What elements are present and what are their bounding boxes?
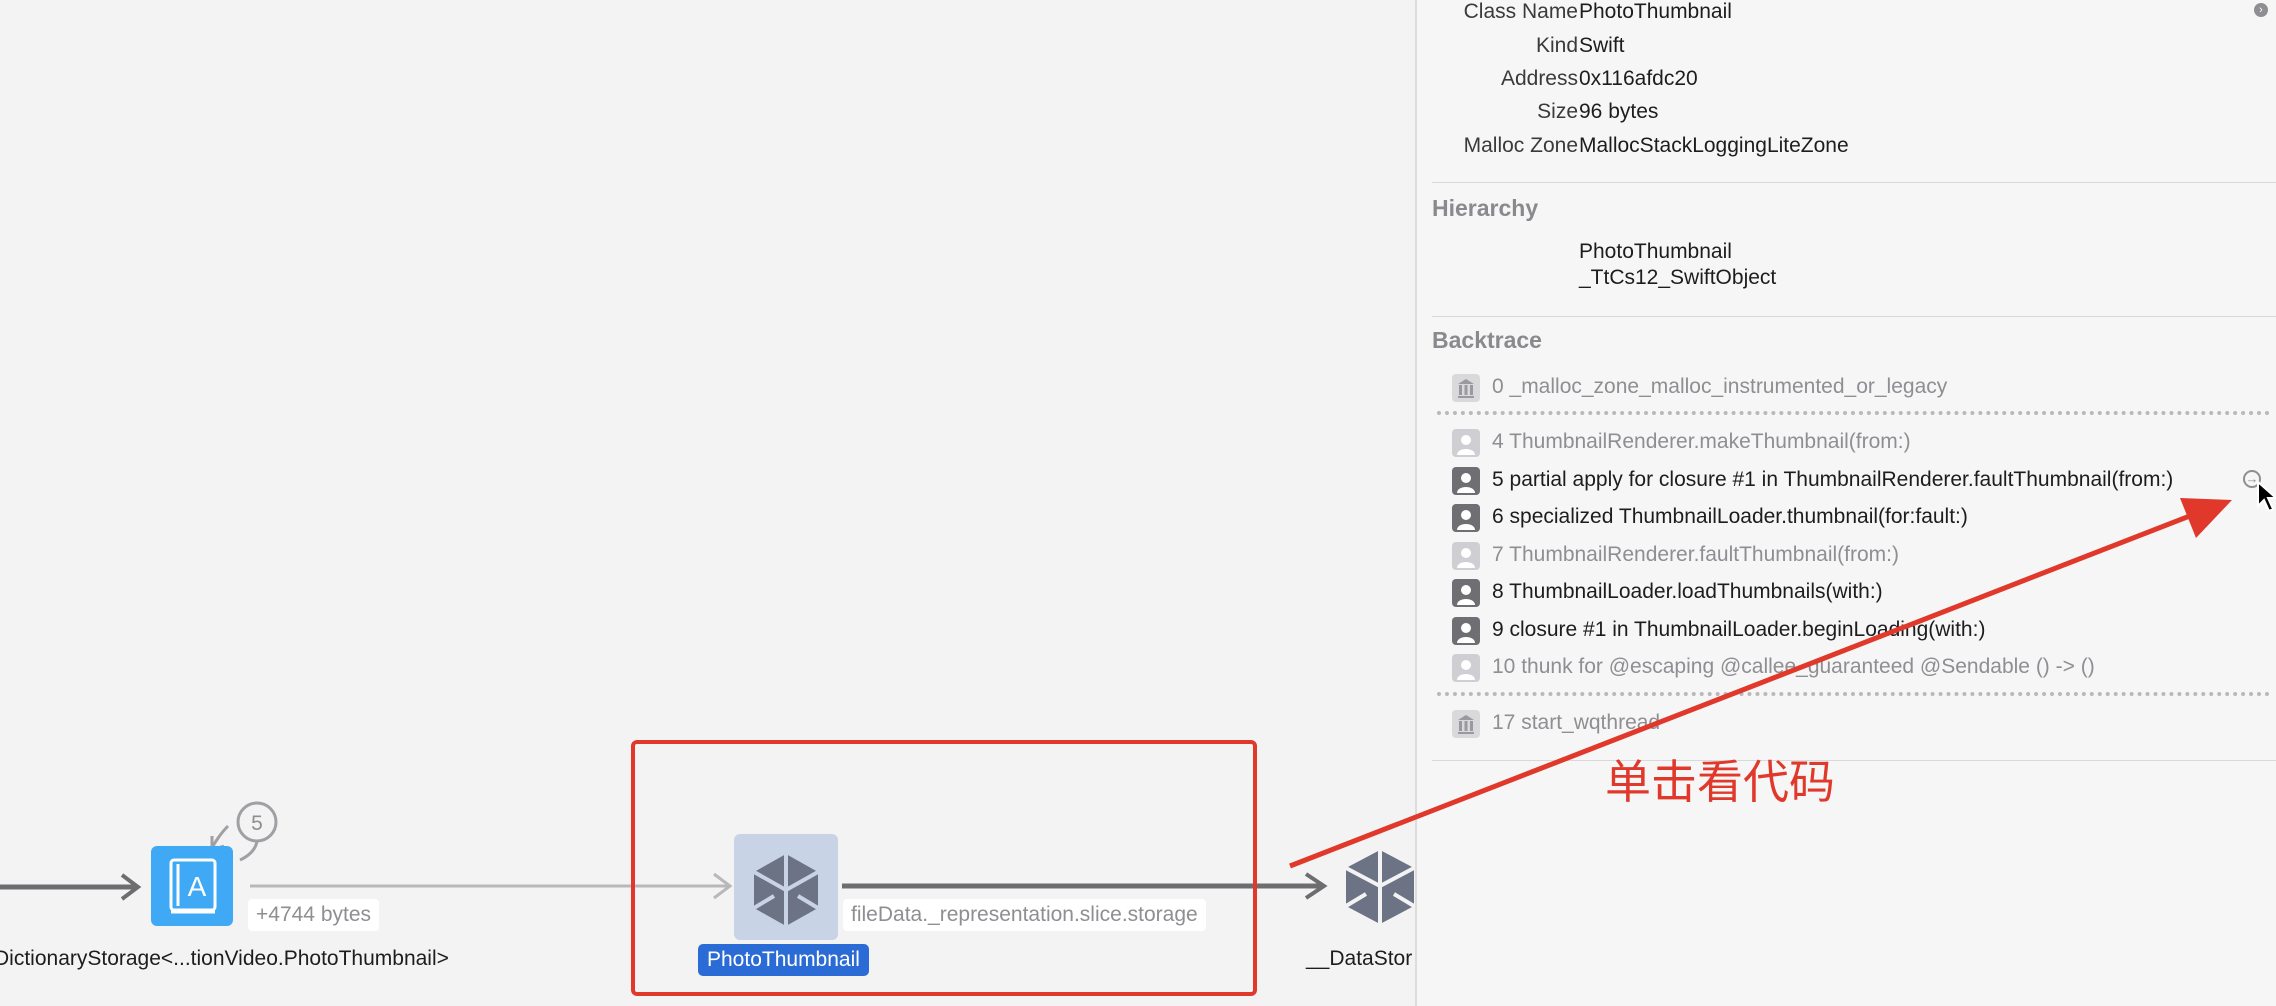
- property-row: Size 96 bytes: [1417, 100, 2276, 132]
- property-value[interactable]: 0x116afdc20: [1579, 67, 1698, 91]
- property-key: Address: [1500, 67, 1578, 90]
- book-icon: A: [169, 858, 217, 914]
- swift-object-cube-icon: [752, 854, 820, 926]
- dictionary-node-icon[interactable]: A: [151, 846, 233, 926]
- hierarchy-class: _TtCs12_SwiftObject: [1579, 266, 1777, 289]
- photo-thumbnail-node-label[interactable]: PhotoThumbnail: [698, 944, 869, 976]
- info-circle-icon[interactable]: ›: [2254, 3, 2268, 17]
- edge-size-label: +4744 bytes: [248, 899, 380, 931]
- property-key: Kind: [1535, 34, 1578, 57]
- backtrace-frame-label: 8 ThumbnailLoader.loadThumbnails(with:): [1492, 580, 1883, 603]
- property-key: Class Name: [1463, 0, 1578, 23]
- backtrace-frame-label: 10 thunk for @escaping @callee_guarantee…: [1492, 655, 2095, 678]
- user-icon: [1452, 429, 1480, 457]
- divider: [1432, 316, 2276, 317]
- datastorage-node-icon[interactable]: [1334, 846, 1415, 930]
- collapsed-frames-separator[interactable]: [1437, 411, 2270, 415]
- user-icon: [1452, 542, 1480, 570]
- memory-inspector-panel: Class Name PhotoThumbnail Kind Swift Address…: [1415, 0, 2276, 1006]
- property-row: Malloc Zone MallocStackLoggingLiteZone: [1417, 134, 2276, 166]
- hierarchy-class: PhotoThumbnail: [1579, 240, 1732, 263]
- dictionary-node-label[interactable]: DictionaryStorage<...tionVideo.PhotoThum…: [0, 947, 449, 971]
- library-icon: [1452, 710, 1480, 738]
- divider: [1432, 182, 2276, 183]
- property-value[interactable]: PhotoThumbnail: [1579, 0, 1732, 24]
- property-value[interactable]: MallocStackLoggingLiteZone: [1579, 134, 1849, 158]
- property-key: Malloc Zone: [1463, 134, 1578, 157]
- backtrace-frame-label: 7 ThumbnailRenderer.faultThumbnail(from:…: [1492, 543, 1899, 566]
- annotation-text: 单击看代码: [1605, 755, 1835, 809]
- swift-object-cube-icon: [1344, 850, 1415, 924]
- user-icon: [1452, 654, 1480, 682]
- property-row: Kind Swift: [1417, 34, 2276, 66]
- property-value[interactable]: Swift: [1579, 34, 1625, 58]
- backtrace-section-title: Backtrace: [1432, 327, 1542, 353]
- backtrace-frame-label: 0 _malloc_zone_malloc_instrumented_or_le…: [1492, 375, 1948, 398]
- backtrace-frame-label: 6 specialized ThumbnailLoader.thumbnail(…: [1492, 505, 1968, 528]
- mouse-cursor-icon: [2257, 480, 2276, 513]
- reference-count-text: 5: [251, 812, 263, 835]
- backtrace-frame-label: 9 closure #1 in ThumbnailLoader.beginLoa…: [1492, 618, 1986, 641]
- user-icon: [1452, 467, 1480, 495]
- datastorage-node-label[interactable]: __DataStor: [1306, 947, 1412, 971]
- property-row: Class Name PhotoThumbnail: [1417, 0, 2276, 32]
- property-value[interactable]: 96 bytes: [1579, 100, 1658, 124]
- property-key: Size: [1537, 100, 1578, 123]
- backtrace-frame-label: 17 start_wqthread: [1492, 711, 1661, 734]
- collapsed-frames-separator[interactable]: [1437, 692, 2270, 696]
- svg-text:A: A: [188, 871, 207, 902]
- memory-graph-canvas[interactable]: 5 A +4744 bytes DictionaryStorage<...tio…: [0, 0, 1415, 1006]
- photo-thumbnail-node-icon[interactable]: [734, 834, 838, 940]
- user-icon: [1452, 579, 1480, 607]
- property-row: Address 0x116afdc20: [1417, 67, 2276, 99]
- user-icon: [1452, 504, 1480, 532]
- edge-reference-label: fileData._representation.slice.storage: [843, 899, 1206, 931]
- backtrace-frame-label: 4 ThumbnailRenderer.makeThumbnail(from:): [1492, 430, 1911, 453]
- user-icon: [1452, 617, 1480, 645]
- divider: [1432, 760, 2276, 761]
- hierarchy-section-title: Hierarchy: [1432, 195, 1539, 221]
- backtrace-frame-label: 5 partial apply for closure #1 in Thumbn…: [1492, 468, 2174, 491]
- library-icon: [1452, 374, 1480, 402]
